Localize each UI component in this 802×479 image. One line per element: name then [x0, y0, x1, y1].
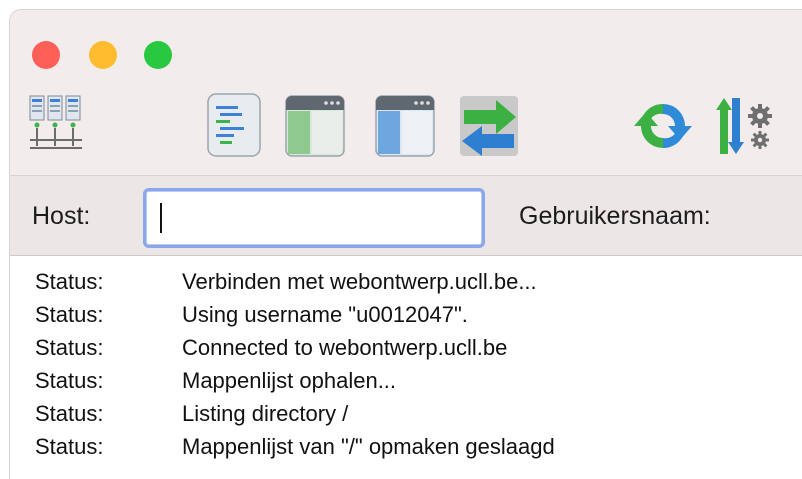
log-entry-label: Status:	[35, 302, 104, 327]
minimize-window-button[interactable]	[89, 41, 117, 69]
log-entry-label: Status:	[35, 335, 104, 360]
log-entry-label: Status:	[35, 401, 104, 426]
log-entry-label: Status:	[35, 434, 104, 459]
log-entry-message: Using username "u0012047".	[182, 302, 468, 327]
refresh-icon[interactable]	[630, 90, 696, 162]
log-entry-label: Status:	[35, 368, 104, 393]
close-window-button[interactable]	[32, 41, 60, 69]
message-log[interactable]: Status: Verbinden met webontwerp.ucll.be…	[10, 256, 802, 479]
remote-tree-icon[interactable]	[372, 90, 438, 162]
message-log-icon[interactable]	[202, 90, 268, 162]
title-toolbar-area	[10, 10, 802, 175]
transfer-queue-icon[interactable]	[456, 90, 522, 162]
log-entry-message: Listing directory /	[182, 401, 349, 426]
log-entry-message: Connected to webontwerp.ucll.be	[182, 335, 508, 360]
log-entry-label: Status:	[35, 269, 104, 294]
filter-settings-icon[interactable]	[714, 90, 780, 162]
local-tree-icon[interactable]	[282, 90, 348, 162]
log-entry-message: Mappenlijst ophalen...	[182, 368, 397, 393]
log-entry-message: Mappenlijst van "/" opmaken geslaagd	[182, 434, 555, 459]
zoom-window-button[interactable]	[144, 41, 172, 69]
app-window: Host: Gebruikersnaam: Status: Verbinden …	[9, 9, 802, 479]
site-manager-icon[interactable]	[24, 90, 90, 162]
username-label: Gebruikersnaam:	[519, 202, 711, 230]
text-caret	[160, 203, 162, 233]
log-entry-message: Verbinden met webontwerp.ucll.be...	[182, 269, 537, 294]
host-label: Host:	[32, 202, 91, 230]
host-input[interactable]	[143, 188, 485, 248]
